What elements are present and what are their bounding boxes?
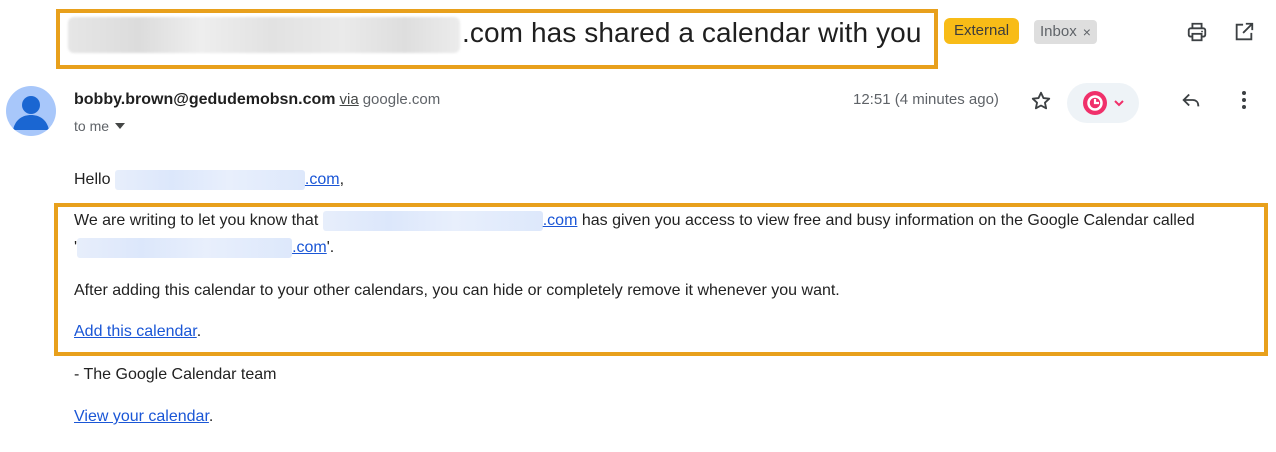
more-options-button[interactable] [1228,84,1260,116]
greeting-suffix: , [339,171,345,188]
add-calendar-link[interactable]: Add this calendar [74,323,197,340]
view-calendar-link[interactable]: View your calendar [74,408,209,425]
print-all-button[interactable] [1181,16,1213,48]
via-label[interactable]: via [340,91,359,108]
chevron-down-icon [1114,99,1124,106]
open-in-new-window-button[interactable] [1228,16,1260,48]
default-person-avatar-icon [13,96,49,130]
recipient-details-toggle[interactable]: to me [74,116,126,136]
redacted-owner [322,210,543,231]
calendar-name-link[interactable]: .com [292,239,327,256]
access-paragraph-line-1: We are writing to let you know that .com… [74,209,1195,233]
reply-button[interactable] [1175,84,1207,116]
hide-remove-paragraph: After adding this calendar to your other… [74,282,840,299]
sender-email[interactable]: bobby.brown@gedudemobsn.com [74,91,336,108]
add-calendar-line: Add this calendar. [74,320,201,344]
recipient-link[interactable]: .com [305,171,340,188]
quote-close: '. [326,239,335,256]
view-calendar-period: . [208,408,214,425]
sender-avatar[interactable] [6,86,56,136]
more-vert-icon [1242,91,1246,109]
snooze-clock-icon [1083,91,1107,115]
print-icon [1187,22,1207,42]
star-icon [1031,91,1051,110]
sender-line: bobby.brown@gedudemobsn.com via google.com [74,89,440,111]
recipient-text: to me [74,118,110,134]
redacted-recipient [114,169,305,190]
view-calendar-line: View your calendar. [74,405,213,429]
greeting-prefix: Hello [74,171,111,188]
redacted-calendar-name [77,237,293,258]
greeting-line: Hello .com, [74,168,344,192]
snooze-addon-button[interactable] [1067,83,1139,123]
reply-icon [1182,93,1200,107]
signoff-text: - The Google Calendar team [74,366,277,383]
email-subject: .com has shared a calendar with you [462,17,922,48]
redacted-subject-prefix [68,17,460,53]
remove-label-button[interactable]: × [1083,20,1091,44]
owner-link[interactable]: .com [543,212,578,229]
caret-down-icon [115,123,126,129]
access-intro-text: We are writing to let you know that [74,212,319,229]
external-badge: External [944,18,1020,44]
message-timestamp: 12:51 (4 minutes ago) [853,91,999,108]
add-calendar-period: . [196,323,202,340]
inbox-label-chip: Inbox × [1034,20,1097,44]
inbox-label-text: Inbox [1040,23,1077,40]
access-description-text: has given you access to view free and bu… [581,212,1195,229]
access-paragraph-line-2: ' .com'. [74,236,334,260]
open-in-new-window-icon [1235,22,1254,41]
via-domain: google.com [362,91,441,108]
star-button[interactable] [1025,85,1057,117]
